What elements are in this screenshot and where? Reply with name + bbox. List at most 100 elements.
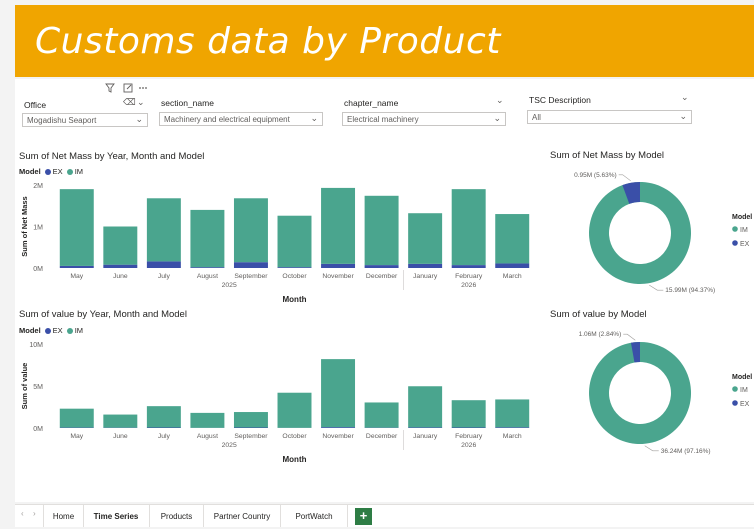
x-tick-label: March — [503, 433, 522, 440]
bar-im-august — [190, 413, 224, 428]
y-tick-label: 1M — [33, 225, 43, 232]
office-dropdown[interactable]: Mogadishu Seaport ⌄ — [22, 113, 148, 127]
tab-time-series[interactable]: Time Series — [83, 505, 150, 527]
tab-partner-country[interactable]: Partner Country — [204, 505, 281, 527]
bar-ex-june — [103, 265, 137, 268]
bar-im-december — [365, 402, 399, 427]
legend-label-ex: EX — [740, 401, 750, 408]
eraser-icon[interactable]: ⌫ — [123, 97, 136, 108]
section-slicer-label: section_name — [161, 98, 214, 108]
office-slicer[interactable]: Office ⌫ ⌄ Mogadishu Seaport ⌄ — [20, 95, 150, 135]
donut-slice-im — [589, 182, 691, 284]
x-tick-label: August — [197, 273, 218, 280]
x-tick-label: January — [413, 273, 438, 280]
bar-ex-july — [147, 427, 181, 428]
chevron-down-icon[interactable]: ⌄ — [137, 97, 145, 108]
bar-ex-december — [365, 265, 399, 268]
x-tick-label: January — [413, 433, 438, 440]
bar-im-september — [234, 198, 268, 262]
x-tick-label: February — [455, 273, 483, 280]
bar-ex-october — [278, 267, 312, 268]
donut-label-ex: 0.95M (5.63%) — [574, 172, 617, 179]
chevron-down-icon: ⌄ — [135, 112, 143, 126]
bar-ex-september — [234, 427, 268, 428]
net-mass-bar-title: Sum of Net Mass by Year, Month and Model — [19, 151, 204, 162]
bar-im-november — [321, 188, 355, 264]
x-tick-label: September — [234, 433, 268, 440]
add-page-button[interactable]: + — [355, 508, 372, 525]
chevron-left-icon[interactable]: ‹ — [21, 509, 24, 518]
net-mass-donut-chart: 0.95M (5.63%)15.99M (94.37%)ModelIMEX — [550, 165, 754, 300]
bar-ex-september — [234, 262, 268, 268]
page-tab-bar: ‹ › Home Time Series Products Partner Co… — [15, 504, 754, 527]
bar-im-january — [408, 386, 442, 427]
chevron-right-icon[interactable]: › — [33, 509, 36, 518]
chapter-dropdown[interactable]: Electrical machinery ⌄ — [342, 112, 506, 126]
tab-home[interactable]: Home — [43, 505, 84, 527]
visual-header-icons — [105, 83, 155, 95]
x-tick-label: October — [282, 433, 307, 440]
chapter-slicer[interactable]: chapter_name ⌄ Electrical machinery ⌄ — [340, 95, 510, 135]
bar-im-february — [452, 400, 486, 427]
bar-im-september — [234, 412, 268, 427]
bar-im-may — [60, 189, 94, 266]
donut-leader-ex — [623, 334, 635, 340]
donut-slice-im — [589, 342, 691, 444]
chevron-down-icon[interactable]: ⌄ — [496, 95, 504, 106]
focus-mode-icon[interactable] — [124, 84, 132, 92]
legend-dot-im — [732, 386, 738, 392]
year-label: 2025 — [222, 282, 237, 289]
tsc-slicer[interactable]: TSC Description ⌄ All ⌄ — [526, 92, 696, 132]
bar-im-march — [495, 399, 529, 427]
tsc-dropdown[interactable]: All ⌄ — [527, 110, 692, 124]
y-axis-label: Sum of value — [20, 363, 29, 410]
value-donut-title: Sum of value by Model — [550, 309, 647, 320]
chevron-down-icon[interactable]: ⌄ — [681, 92, 689, 103]
y-tick-label: 2M — [33, 183, 43, 190]
bar-im-january — [408, 213, 442, 264]
x-tick-label: September — [234, 273, 268, 280]
legend-label-im: IM — [740, 227, 748, 234]
bar-ex-january — [408, 427, 442, 428]
x-axis-label: Month — [283, 295, 307, 304]
value-bar-title: Sum of value by Year, Month and Model — [19, 309, 187, 320]
section-slicer[interactable]: section_name Machinery and electrical eq… — [157, 95, 327, 135]
y-tick-label: 0M — [33, 266, 43, 273]
net-mass-bar-chart: 0M1M2MSum of Net MassMayJuneJulyAugustSe… — [0, 175, 545, 305]
tsc-slicer-value: All — [532, 113, 541, 122]
legend-ex[interactable]: EX — [53, 326, 63, 335]
bar-im-july — [147, 406, 181, 427]
net-mass-donut-title: Sum of Net Mass by Model — [550, 150, 664, 161]
x-tick-label: July — [158, 273, 171, 280]
tab-portwatch[interactable]: PortWatch — [281, 505, 348, 527]
section-dropdown[interactable]: Machinery and electrical equipment ⌄ — [159, 112, 323, 126]
bar-ex-may — [60, 266, 94, 268]
year-label: 2026 — [461, 442, 476, 449]
donut-label-im: 36.24M (97.16%) — [661, 448, 711, 455]
bar-im-october — [278, 216, 312, 267]
bar-ex-august — [190, 267, 224, 268]
x-axis-label: Month — [283, 455, 307, 464]
bar-im-february — [452, 189, 486, 265]
bar-im-june — [103, 227, 137, 265]
legend-dot-im — [732, 226, 738, 232]
legend-dot-ex — [732, 240, 738, 246]
filter-icon[interactable] — [106, 84, 114, 92]
x-tick-label: March — [503, 273, 522, 280]
title-banner: Customs data by Product — [15, 5, 754, 77]
x-tick-label: May — [70, 273, 83, 280]
bar-im-november — [321, 359, 355, 427]
tab-products[interactable]: Products — [150, 505, 204, 527]
donut-leader-ex — [619, 175, 631, 181]
legend-title: Model — [732, 214, 752, 221]
legend-im[interactable]: IM — [75, 326, 83, 335]
bar-im-may — [60, 409, 94, 428]
x-tick-label: July — [158, 433, 171, 440]
bar-ex-february — [452, 427, 486, 428]
donut-leader-im — [645, 446, 659, 451]
legend-label-im: IM — [740, 387, 748, 394]
more-options-icon[interactable] — [139, 87, 147, 89]
bar-im-december — [365, 196, 399, 265]
bar-im-august — [190, 210, 224, 267]
x-tick-label: June — [113, 433, 128, 440]
